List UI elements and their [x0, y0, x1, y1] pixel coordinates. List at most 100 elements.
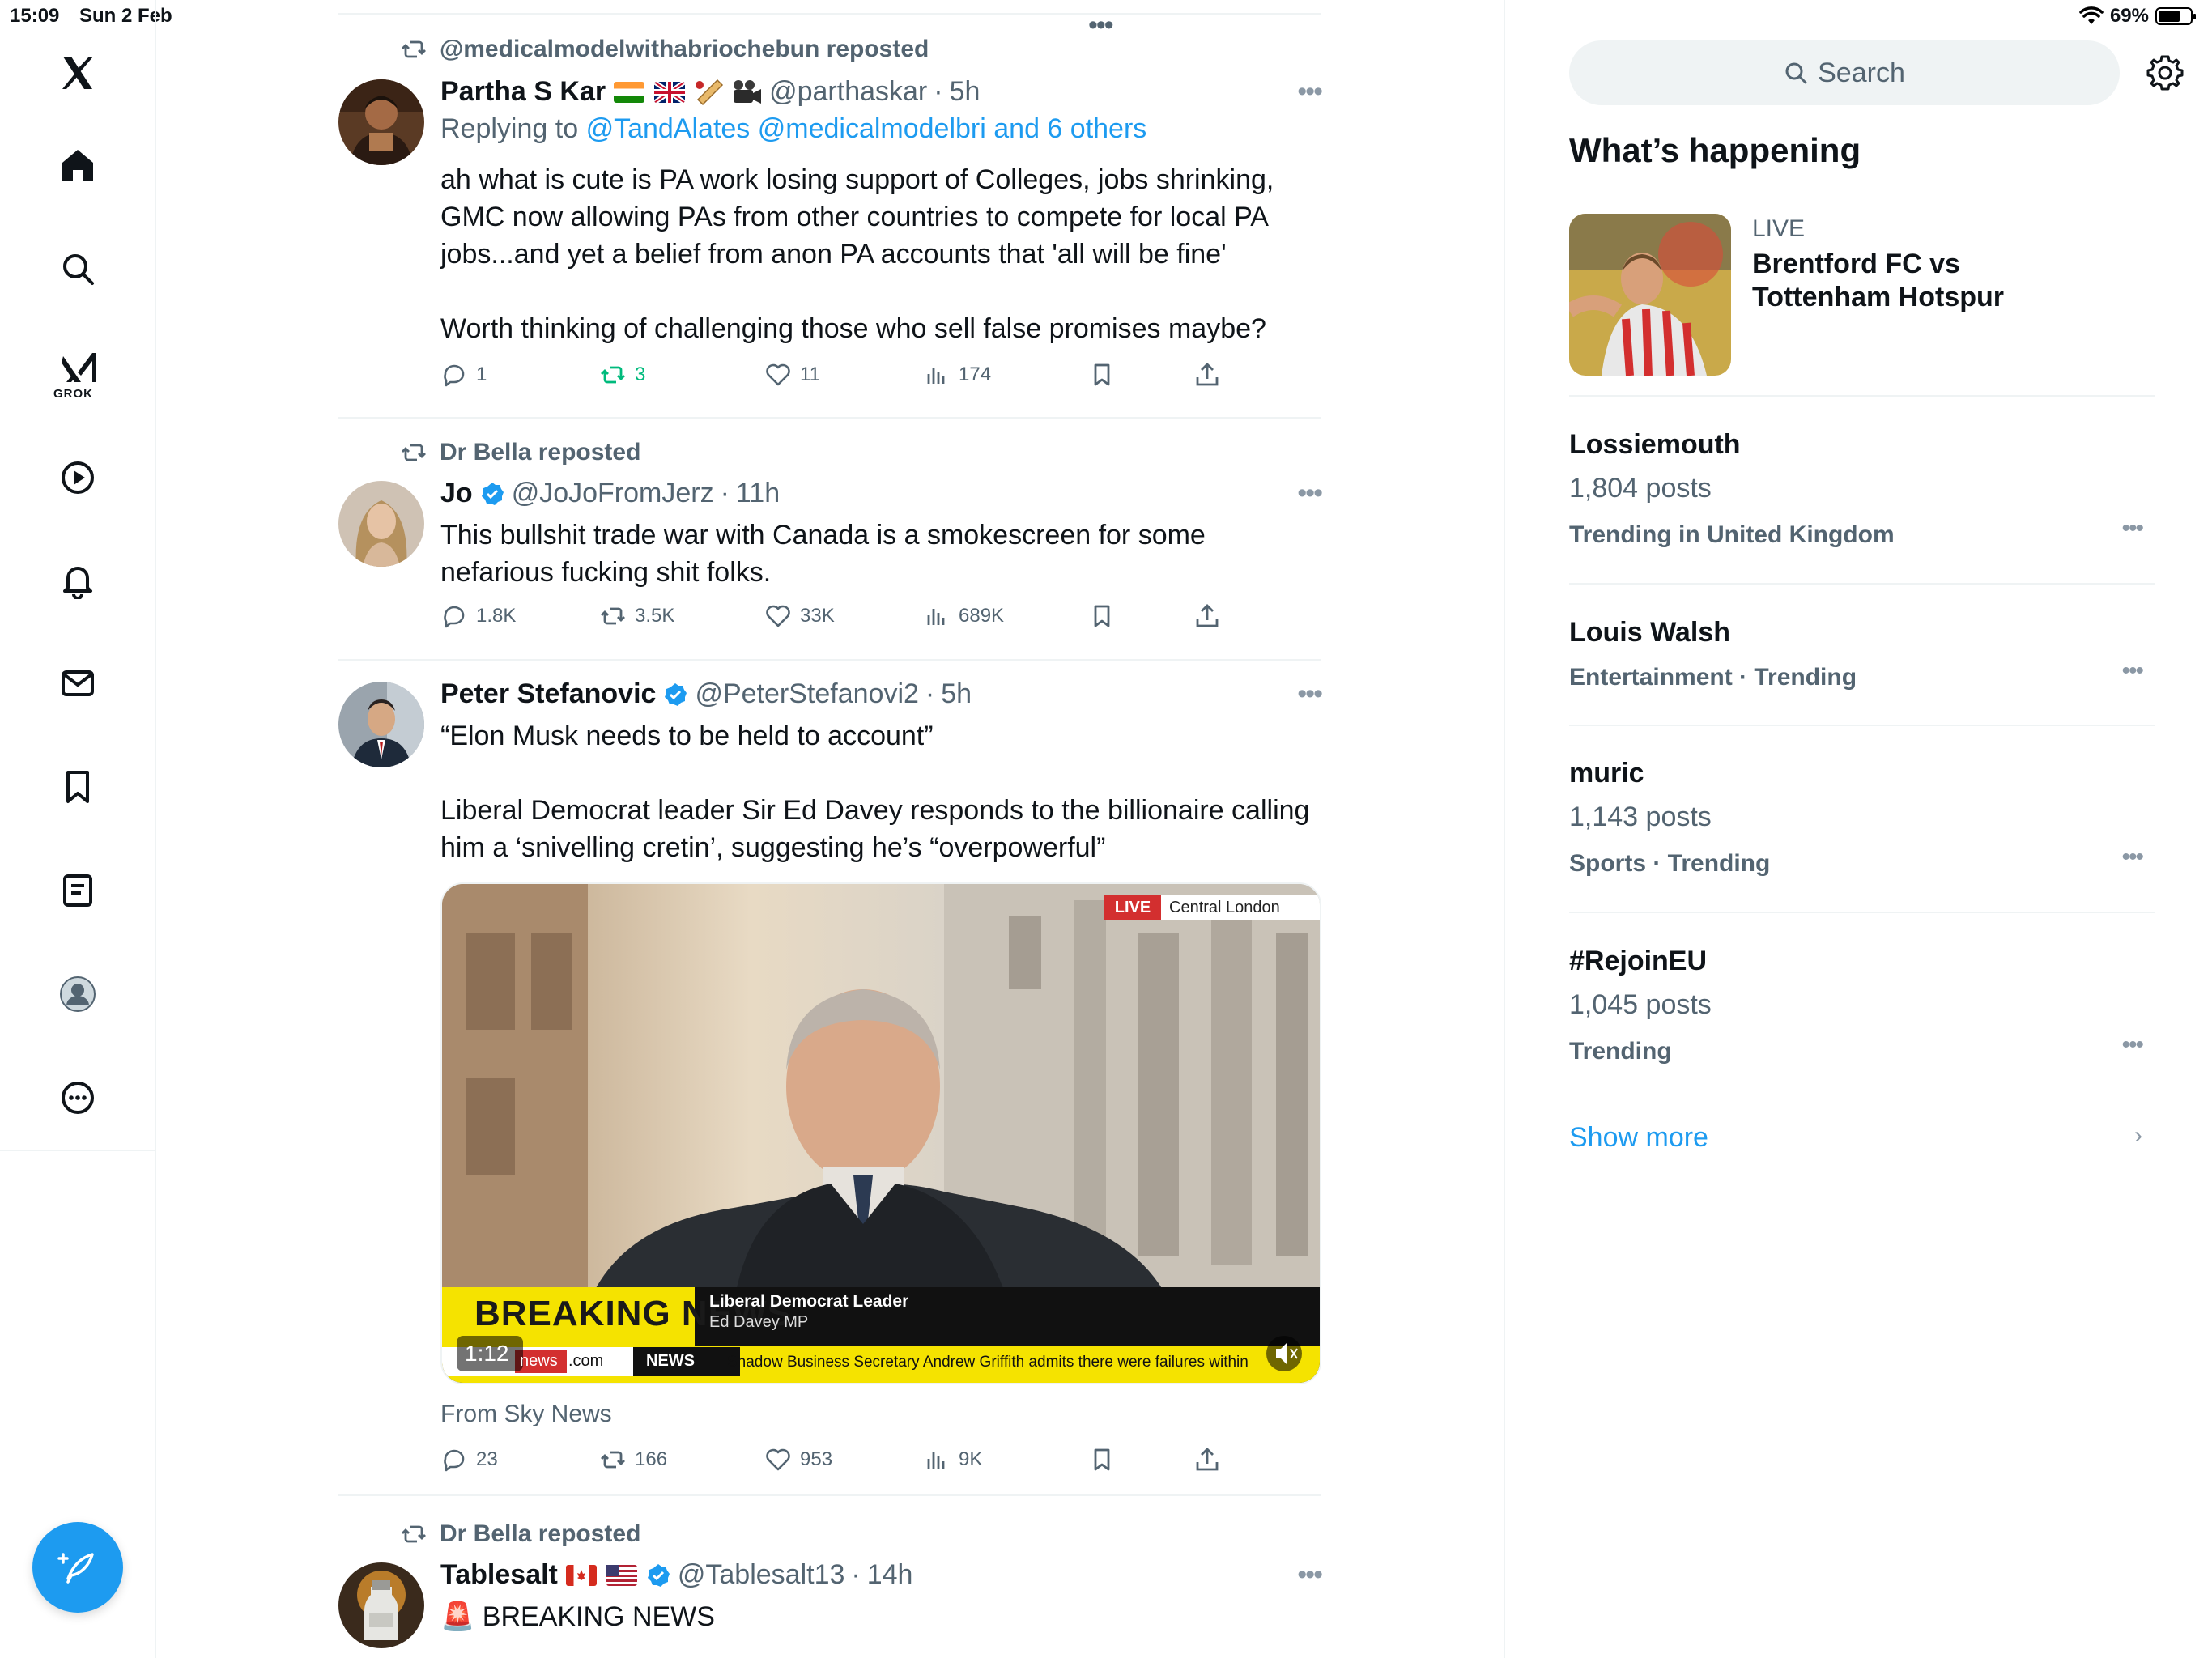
heart-icon [766, 363, 790, 386]
repost-count: 166 [635, 1448, 668, 1470]
video-location: Central London [1169, 899, 1280, 916]
reply-button[interactable]: 23 [440, 1446, 498, 1473]
author-name[interactable]: Tablesalt [440, 1559, 558, 1591]
x-logo-icon[interactable] [45, 40, 110, 105]
trend-more-icon[interactable]: ••• [2121, 515, 2143, 542]
tweet-time[interactable]: 14h [867, 1559, 913, 1591]
avatar[interactable] [338, 682, 424, 767]
heart-icon [766, 605, 790, 627]
author-name[interactable]: Peter Stefanovic [440, 678, 656, 710]
tweet-text: “Elon Musk needs to be held to account” … [440, 717, 1323, 866]
tweet-text: This bullshit trade war with Canada is a… [440, 517, 1323, 591]
trend-context: Sports · Trending [1569, 850, 1771, 877]
trend-divider [1569, 725, 2155, 726]
like-button[interactable]: 11 [764, 361, 820, 389]
show-more-link[interactable]: Show more [1569, 1122, 1708, 1154]
canada-flag-icon [565, 1564, 597, 1586]
share-button[interactable] [1193, 361, 1221, 389]
video-icon[interactable] [45, 445, 110, 510]
trend-count: 1,804 posts [1569, 473, 1712, 504]
bookmark-button[interactable] [1088, 602, 1116, 630]
bookmark-icon [1094, 363, 1110, 386]
reply-button[interactable]: 1.8K [440, 602, 516, 630]
india-flag-icon [614, 81, 645, 103]
tweet-more-icon[interactable]: ••• [1297, 478, 1323, 509]
tweet-time[interactable]: 11h [736, 478, 780, 509]
author-handle[interactable]: @parthaskar [769, 76, 927, 108]
trend-more-icon[interactable]: ••• [2121, 657, 2143, 685]
tweet-more-icon[interactable]: ••• [1297, 678, 1323, 710]
view-count: 9K [959, 1448, 983, 1470]
repost-by-label: @medicalmodelwithabriochebun reposted [440, 36, 929, 62]
avatar[interactable] [338, 79, 424, 165]
tweet-divider [338, 417, 1321, 419]
share-button[interactable] [1193, 602, 1221, 630]
trend-more-icon[interactable]: ••• [2121, 844, 2143, 871]
views-button[interactable]: 174 [923, 361, 991, 389]
trend-more-icon[interactable]: ••• [2121, 1031, 2143, 1059]
repost-button[interactable]: 166 [599, 1446, 667, 1473]
author-name[interactable]: Partha S Kar [440, 76, 606, 108]
author-handle[interactable]: @PeterStefanovi2 [695, 678, 918, 710]
tweet-more-icon[interactable]: ••• [1297, 76, 1323, 108]
tweet-header: Jo @JoJoFromJerz · 11h [440, 478, 781, 509]
repost-button[interactable]: 3 [599, 361, 645, 389]
tweet-time[interactable]: 5h [950, 76, 981, 108]
share-button[interactable] [1193, 1446, 1221, 1473]
share-icon [1196, 1448, 1219, 1471]
views-button[interactable]: 9K [923, 1446, 982, 1473]
reply-button[interactable]: 1 [440, 361, 487, 389]
avatar[interactable] [338, 1562, 424, 1648]
more-icon[interactable] [45, 1065, 110, 1130]
like-count: 953 [800, 1448, 833, 1470]
replying-links[interactable]: @TandAlates @medicalmodelbri and 6 other… [586, 113, 1147, 144]
author-handle[interactable]: @JoJoFromJerz [512, 478, 714, 509]
trend-name: Louis Walsh [1569, 617, 1730, 648]
search-icon[interactable] [45, 236, 110, 301]
video-player[interactable]: LIVE Central London BREAKING NEWS Libera… [440, 882, 1321, 1384]
tweet-header: Tablesalt @Tablesalt13 · 14h [440, 1559, 913, 1591]
tweet-time[interactable]: 5h [941, 678, 972, 710]
mute-icon[interactable] [1266, 1337, 1302, 1373]
like-button[interactable]: 953 [764, 1446, 832, 1473]
home-icon[interactable] [45, 133, 110, 198]
repost-indicator: @medicalmodelwithabriochebun reposted [401, 36, 929, 63]
search-input[interactable]: Search [1569, 40, 2120, 105]
settings-gear-icon[interactable] [2144, 52, 2186, 94]
repost-button[interactable]: 3.5K [599, 602, 674, 630]
drag-handle-icon[interactable]: ••• [1088, 10, 1114, 41]
media-source: From Sky News [440, 1401, 612, 1427]
tweet-divider [338, 659, 1321, 661]
news-site-b: .com [568, 1352, 604, 1370]
notifications-icon[interactable] [45, 547, 110, 612]
author-name[interactable]: Jo [440, 478, 473, 509]
trend-context: Entertainment · Trending [1569, 664, 1857, 691]
caption-subtitle: Ed Davey MP [709, 1313, 809, 1331]
bookmark-button[interactable] [1088, 1446, 1116, 1473]
like-count: 11 [800, 363, 820, 385]
trend-count: 1,143 posts [1569, 801, 1712, 832]
tweet-paragraph: ah what is cute is PA work losing suppor… [440, 164, 1274, 270]
avatar[interactable] [338, 481, 424, 567]
live-event-image[interactable] [1569, 214, 1731, 376]
trend-name: Lossiemouth [1569, 429, 1741, 460]
author-handle[interactable]: @Tablesalt13 [678, 1559, 845, 1591]
tweet-paragraph: “Elon Musk needs to be held to account” [440, 721, 934, 751]
tweet-more-icon[interactable]: ••• [1297, 1559, 1323, 1591]
live-event-title[interactable]: Brentford FC vs Tottenham Hotspur [1752, 248, 2044, 314]
views-button[interactable]: 689K [923, 602, 1004, 630]
trend-context: Trending in United Kingdom [1569, 521, 1895, 548]
repost-icon [402, 444, 426, 461]
tweet-text: 🚨 BREAKING NEWS [440, 1598, 1323, 1635]
bookmarks-icon[interactable] [45, 755, 110, 819]
repost-by-label: Dr Bella reposted [440, 1520, 641, 1547]
reply-count: 1 [476, 363, 487, 385]
trend-name: muric [1569, 758, 1644, 789]
profile-icon[interactable] [45, 962, 110, 1027]
messages-icon[interactable] [45, 651, 110, 716]
compose-button[interactable] [32, 1522, 123, 1613]
lists-icon[interactable] [45, 858, 110, 923]
like-button[interactable]: 33K [764, 602, 835, 630]
bookmark-button[interactable] [1088, 361, 1116, 389]
tweet-actions: 1.8K 3.5K 33K 689K [440, 602, 1250, 635]
